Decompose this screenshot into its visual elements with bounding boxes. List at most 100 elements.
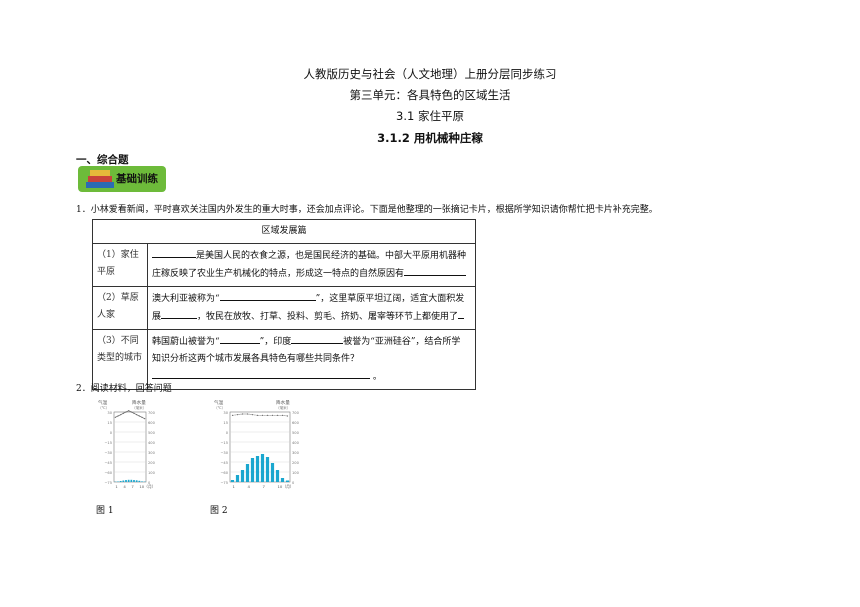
precip-bar: [125, 480, 127, 482]
temperature-point: [122, 412, 124, 414]
plot-frame: [229, 411, 291, 483]
y-left-tick-label: −30: [104, 451, 112, 455]
precip-bar: [117, 481, 119, 482]
precip-axis-unit: （毫米）: [276, 405, 290, 410]
temperature-point: [266, 414, 269, 416]
precip-bar: [138, 480, 141, 482]
lesson-title: 3.1 家住平原: [396, 109, 464, 123]
precip-axis-unit: （毫米）: [132, 405, 146, 410]
y-right-tick-label: 200: [148, 461, 156, 465]
x-tick-label: 10（月）: [278, 484, 294, 489]
precip-bar: [141, 481, 143, 482]
card-title: 区域发展篇: [92, 219, 476, 244]
blank-1[interactable]: [152, 247, 196, 258]
badge-label: 基础训练: [116, 173, 158, 185]
precip-bar: [275, 470, 280, 482]
precip-bar: [240, 470, 245, 482]
precip-bar: [270, 463, 275, 482]
x-tick-label: 7: [263, 484, 266, 489]
section-title: 一、综合题: [76, 154, 129, 166]
blank-3[interactable]: [219, 290, 316, 301]
precip-bar: [130, 479, 133, 482]
precip-bar: [119, 481, 122, 482]
blank-6[interactable]: [219, 333, 260, 344]
temp-axis-label: 气温: [214, 399, 224, 406]
y-left-tick-label: 30: [107, 411, 112, 415]
temperature-point: [256, 414, 259, 416]
precip-bar: [235, 475, 240, 482]
temperature-point: [138, 415, 140, 417]
temperature-point: [136, 414, 138, 416]
y-left-tick-label: −75: [104, 481, 112, 485]
precip-bar: [250, 458, 255, 482]
temperature-point: [114, 416, 116, 418]
temperature-point: [261, 414, 264, 416]
climate-chart-2: 30 700 15 600 0 500 −15 400 −30 300 −45 200 −60 100 −7…: [214, 399, 300, 489]
topic-title: 3.1.2 用机械种庄稼: [377, 131, 483, 145]
blank-4[interactable]: [161, 308, 198, 319]
y-left-tick-label: 15: [223, 421, 228, 425]
precip-bar: [280, 478, 285, 482]
y-left-tick-label: −15: [220, 441, 228, 445]
row-content-grassland: 澳大利亚被称为“ ”，这里草原平坦辽阔，适宜大面积发 展，牧民在放牧、打草、投料、…: [147, 286, 476, 330]
row-content-cities: 韩国蔚山被誉为“ ”，印度 被誉为“亚洲硅谷”，结合所学 知识分析这两个城市发展各具…: [147, 329, 476, 390]
x-tick-label: 7: [131, 484, 134, 489]
precip-bar: [122, 480, 125, 482]
temperature-point: [128, 410, 130, 412]
row-label-grassland: （2）草原人家: [92, 286, 148, 330]
y-right-tick-label: 400: [148, 441, 156, 445]
temperature-point: [231, 414, 234, 416]
precip-bar: [230, 480, 235, 482]
y-left-tick-label: 0: [110, 431, 113, 435]
y-right-tick-label: 700: [148, 411, 156, 415]
row-label-plain: （1）家住平原: [92, 243, 148, 287]
plot-frame: [113, 411, 147, 483]
temp-axis-unit: （℃）: [214, 405, 225, 410]
y-right-tick-label: 200: [292, 461, 300, 465]
temp-axis-label: 气温: [98, 399, 108, 406]
y-left-tick-label: −60: [104, 471, 112, 475]
precip-bar: [245, 464, 250, 482]
blank-7[interactable]: [291, 333, 344, 344]
climate-chart-1: 30 700 15 600 0 500 −15 400 −30 300 −45 200 −60 100 −7…: [98, 399, 156, 489]
question-1-text: 1．小林爱看新闻，平时喜欢关注国内外发生的重大时事，还会加点评论。下面是他整理的…: [76, 205, 658, 215]
row-content-plain: 是美国人民的衣食之源，也是国民经济的基础。中部大平原用机器种 庄稼反映了农业生产…: [147, 243, 476, 287]
temperature-point: [144, 418, 146, 420]
temperature-point: [130, 411, 132, 413]
y-right-tick-label: 600: [148, 421, 156, 425]
y-left-tick-label: −45: [220, 461, 228, 465]
temperature-point: [271, 414, 274, 416]
y-left-tick-label: −75: [220, 481, 228, 485]
temperature-point: [120, 414, 122, 416]
temperature-point: [281, 414, 284, 416]
precip-bar: [127, 479, 130, 482]
temperature-point: [251, 414, 254, 416]
doc-title: 人教版历史与社会（人文地理）上册分层同步练习: [303, 67, 557, 81]
temperature-point: [241, 413, 244, 415]
precip-axis-label: 降水量: [276, 399, 290, 406]
y-left-tick-label: −15: [104, 441, 112, 445]
y-right-tick-label: 500: [148, 431, 156, 435]
y-right-tick-label: 300: [148, 451, 156, 455]
precip-bar: [265, 457, 270, 482]
temperature-point: [117, 415, 119, 417]
temperature-point: [141, 416, 143, 418]
blank-5[interactable]: [458, 308, 465, 319]
y-right-tick-label: 100: [292, 471, 300, 475]
y-left-tick-label: 0: [226, 431, 229, 435]
x-tick-label: 1: [233, 484, 236, 489]
precip-bar: [255, 456, 260, 482]
temperature-point: [246, 413, 249, 415]
precip-bar: [260, 454, 265, 482]
precip-axis-label: 降水量: [132, 399, 146, 406]
blank-2[interactable]: [404, 265, 467, 276]
precip-bar: [133, 480, 135, 482]
temperature-point: [125, 411, 127, 413]
figure-1-label: 图 1: [96, 506, 114, 516]
books-icon: [84, 168, 116, 194]
y-right-tick-label: 600: [292, 421, 300, 425]
y-left-tick-label: −30: [220, 451, 228, 455]
y-left-tick-label: −60: [220, 471, 228, 475]
blank-8[interactable]: [152, 368, 370, 379]
precip-bar: [285, 480, 290, 482]
